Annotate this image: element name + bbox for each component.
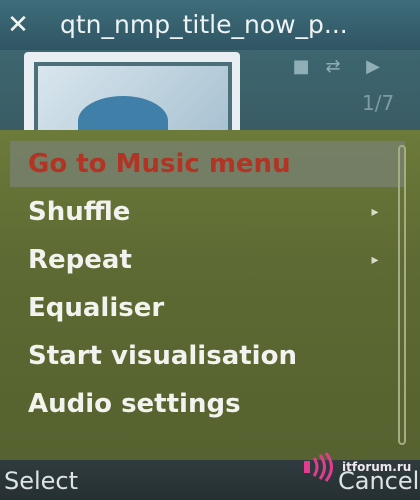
signal-logo-icon xyxy=(304,452,333,482)
menu-item-label: Equaliser xyxy=(28,293,165,323)
menu-item-audio-settings[interactable]: Audio settings xyxy=(10,381,405,427)
shuffle-icon[interactable]: ⇄ xyxy=(322,56,344,78)
menu-item-start-visualisation[interactable]: Start visualisation xyxy=(10,333,405,379)
watermark-text: itforum.ru xyxy=(342,460,412,474)
chevron-right-icon: ▸ xyxy=(371,204,379,220)
album-art xyxy=(24,52,240,146)
menu-item-label: Shuffle xyxy=(28,197,131,227)
page-title: qtn_nmp_title_now_p... xyxy=(60,10,348,39)
menu-item-equaliser[interactable]: Equaliser xyxy=(10,285,405,331)
menu-item-shuffle[interactable]: Shuffle ▸ xyxy=(10,189,405,235)
title-bar: ✕ qtn_nmp_title_now_p... xyxy=(0,0,420,50)
menu-scrollbar[interactable] xyxy=(398,145,406,445)
chevron-right-icon: ▸ xyxy=(371,252,379,268)
menu-item-go-to-music-menu[interactable]: Go to Music menu xyxy=(10,141,405,187)
stop-icon[interactable]: ■ xyxy=(290,56,312,78)
select-softkey[interactable]: Select xyxy=(4,464,78,498)
track-count: 1/7 xyxy=(362,91,395,115)
close-icon[interactable]: ✕ xyxy=(5,10,31,40)
menu-item-repeat[interactable]: Repeat ▸ xyxy=(10,237,405,283)
album-art-frame xyxy=(34,62,232,146)
watermark-logo: itforum.ru xyxy=(302,452,412,482)
menu-item-label: Audio settings xyxy=(28,389,241,419)
menu-item-label: Repeat xyxy=(28,245,132,275)
menu-item-label: Start visualisation xyxy=(28,341,297,371)
play-icon[interactable]: ▶ xyxy=(362,56,384,78)
menu-item-label: Go to Music menu xyxy=(28,149,291,179)
